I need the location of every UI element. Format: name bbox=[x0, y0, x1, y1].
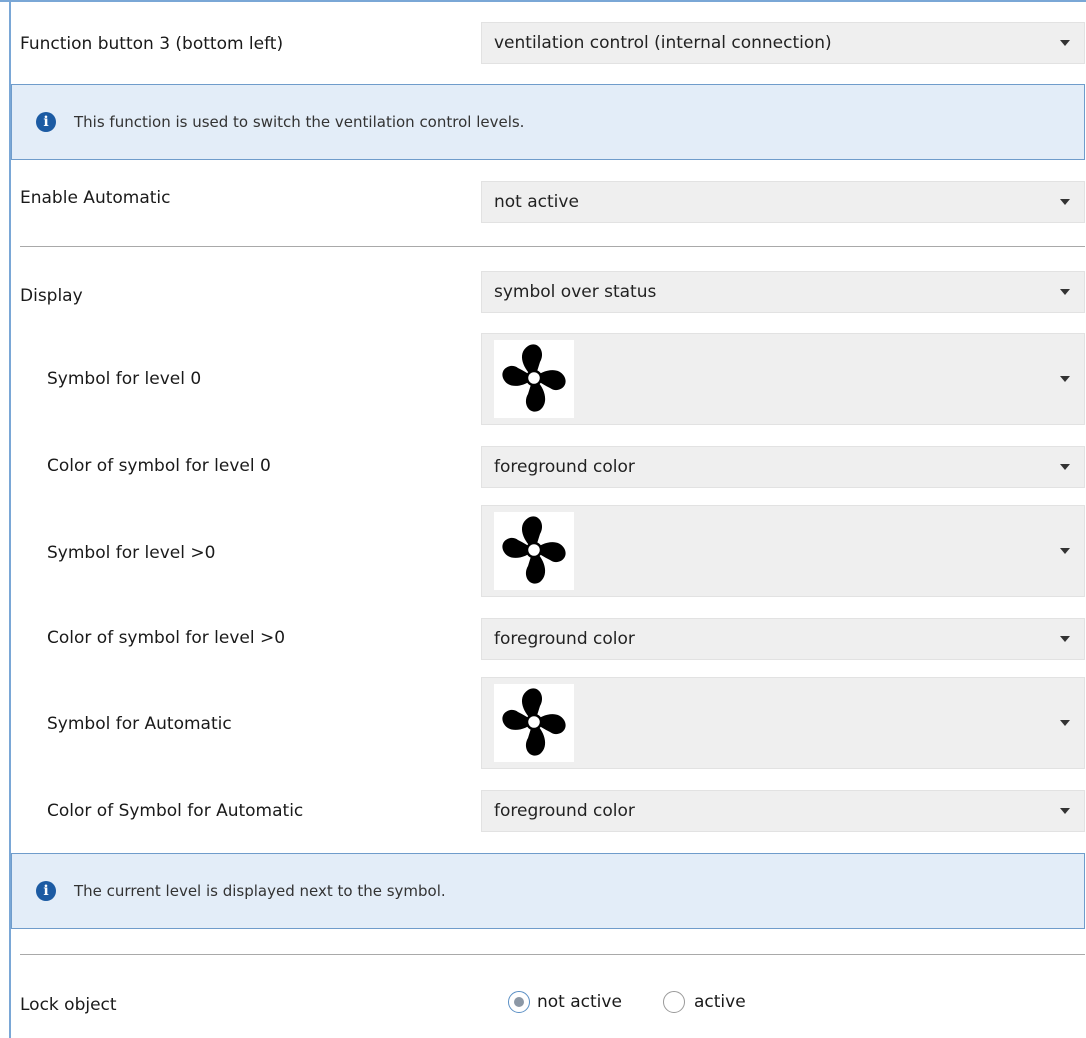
fan-icon bbox=[494, 512, 574, 590]
symbol-level0-select[interactable] bbox=[481, 333, 1085, 425]
display-label: Display bbox=[20, 286, 83, 306]
symbol-level0-label: Symbol for level 0 bbox=[47, 369, 202, 389]
chevron-down-icon bbox=[1060, 376, 1070, 382]
lock-object-option-not-active[interactable]: not active bbox=[537, 992, 622, 1012]
function-button-label: Function button 3 (bottom left) bbox=[20, 34, 284, 54]
info-box-function: i This function is used to switch the ve… bbox=[11, 84, 1085, 160]
display-value: symbol over status bbox=[494, 282, 657, 302]
enable-automatic-value: not active bbox=[494, 192, 579, 212]
fan-icon bbox=[494, 684, 574, 762]
color-level-gt0-value: foreground color bbox=[494, 629, 635, 649]
lock-object-radio-active[interactable] bbox=[663, 991, 685, 1013]
fan-icon bbox=[494, 340, 574, 418]
lock-object-option-active[interactable]: active bbox=[694, 992, 746, 1012]
lock-object-radio-not-active[interactable] bbox=[508, 991, 530, 1013]
color-level0-select[interactable]: foreground color bbox=[481, 446, 1085, 488]
chevron-down-icon bbox=[1060, 548, 1070, 554]
color-level-gt0-label: Color of symbol for level >0 bbox=[47, 628, 286, 648]
display-select[interactable]: symbol over status bbox=[481, 271, 1085, 313]
chevron-down-icon bbox=[1060, 808, 1070, 814]
section-divider bbox=[20, 246, 1085, 247]
info-text: The current level is displayed next to t… bbox=[74, 882, 446, 900]
info-text: This function is used to switch the vent… bbox=[74, 113, 525, 131]
color-automatic-select[interactable]: foreground color bbox=[481, 790, 1085, 832]
enable-automatic-select[interactable]: not active bbox=[481, 181, 1085, 223]
info-box-level: i The current level is displayed next to… bbox=[11, 853, 1085, 929]
color-level0-label: Color of symbol for level 0 bbox=[47, 456, 271, 476]
lock-object-radio-group: not active active bbox=[489, 991, 809, 1017]
function-button-value: ventilation control (internal connection… bbox=[494, 33, 832, 53]
chevron-down-icon bbox=[1060, 199, 1070, 205]
section-divider bbox=[20, 954, 1085, 955]
info-icon: i bbox=[36, 881, 56, 901]
chevron-down-icon bbox=[1060, 720, 1070, 726]
color-level0-value: foreground color bbox=[494, 457, 635, 477]
symbol-automatic-label: Symbol for Automatic bbox=[47, 714, 232, 734]
color-automatic-label: Color of Symbol for Automatic bbox=[47, 801, 304, 821]
chevron-down-icon bbox=[1060, 464, 1070, 470]
symbol-level-gt0-label: Symbol for level >0 bbox=[47, 543, 216, 563]
color-level-gt0-select[interactable]: foreground color bbox=[481, 618, 1085, 660]
info-icon: i bbox=[36, 112, 56, 132]
chevron-down-icon bbox=[1060, 636, 1070, 642]
enable-automatic-label: Enable Automatic bbox=[20, 188, 171, 208]
lock-object-label: Lock object bbox=[20, 995, 117, 1015]
function-button-select[interactable]: ventilation control (internal connection… bbox=[481, 22, 1085, 64]
symbol-level-gt0-select[interactable] bbox=[481, 505, 1085, 597]
chevron-down-icon bbox=[1060, 289, 1070, 295]
window-frame-top bbox=[0, 0, 1086, 4]
symbol-automatic-select[interactable] bbox=[481, 677, 1085, 769]
color-automatic-value: foreground color bbox=[494, 801, 635, 821]
chevron-down-icon bbox=[1060, 40, 1070, 46]
